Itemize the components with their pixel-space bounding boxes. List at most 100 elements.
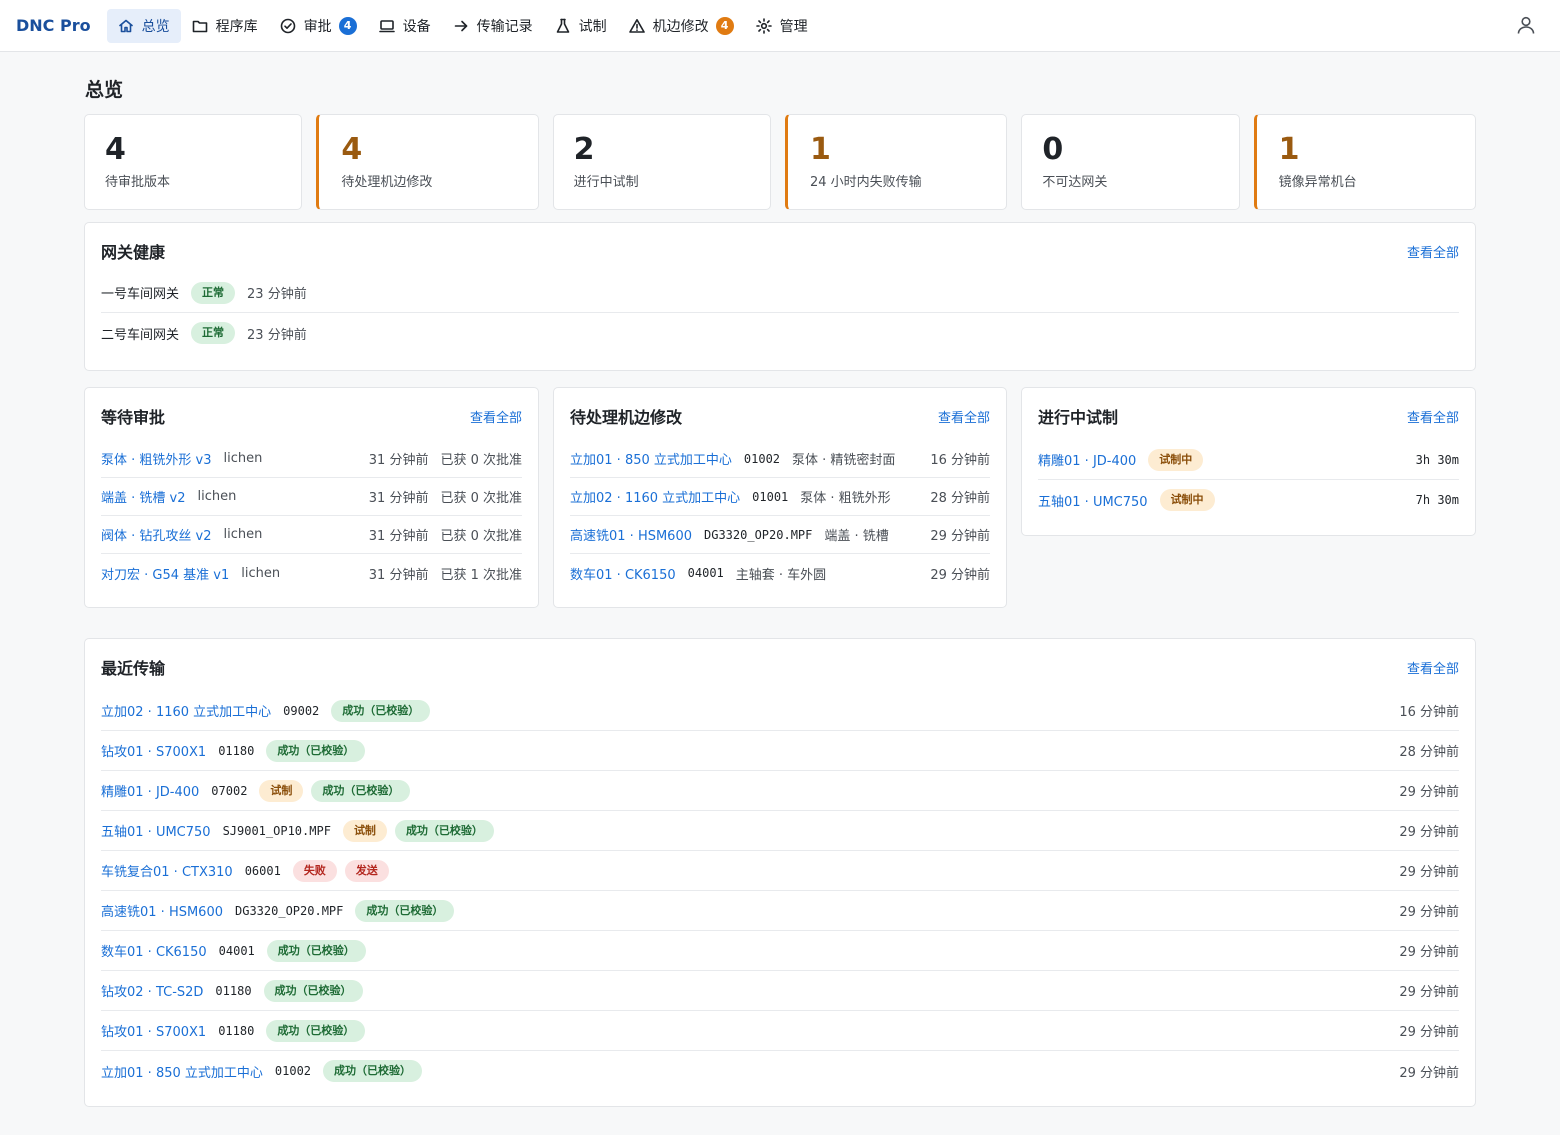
user-menu-button[interactable] <box>1516 15 1538 37</box>
nav-item-trials[interactable]: 试制 <box>544 9 618 43</box>
machine-link[interactable]: 数车01 · CK6150 <box>101 941 207 960</box>
stat-label: 待审批版本 <box>105 175 171 190</box>
program-code: 06001 <box>244 863 281 878</box>
stat-card-mirror-anomalies[interactable]: 1 镜像异常机台 <box>1253 114 1476 210</box>
nav-item-machine-edits[interactable]: 机边修改 4 <box>618 9 745 43</box>
transfer-row: 立加02 · 1160 立式加工中心 09002 成功（已校验） 16 分钟前 <box>101 691 1459 731</box>
machine-link[interactable]: 立加01 · 850 立式加工中心 <box>570 449 732 468</box>
program-link[interactable]: 对刀宏 · G54 基准 v1 <box>101 564 229 583</box>
edit-row: 数车01 · CK6150 04001 主轴套 · 车外圆 29 分钟前 <box>570 554 990 592</box>
page-title: 总览 <box>85 79 124 101</box>
transfer-status-badge: 试制 <box>259 779 304 802</box>
stat-card-failed-transfers[interactable]: 1 24 小时内失败传输 <box>784 114 1008 210</box>
view-all-link[interactable]: 查看全部 <box>1407 242 1459 261</box>
flask-icon <box>556 18 569 33</box>
monitor-icon <box>378 19 395 32</box>
warning-icon <box>628 18 645 33</box>
stat-card-unreachable-gateways[interactable]: 0 不可达网关 <box>1021 114 1240 210</box>
nav-item-admin[interactable]: 管理 <box>745 9 819 43</box>
nav-item-devices[interactable]: 设备 <box>368 9 442 43</box>
program-link[interactable]: 泵体 · 粗铣外形 v3 <box>101 449 212 468</box>
card-title: 网关健康 <box>101 243 166 262</box>
last-seen-time: 23 分钟前 <box>247 327 307 343</box>
program-code: 01180 <box>215 983 252 998</box>
machine-link[interactable]: 数车01 · CK6150 <box>570 564 676 583</box>
gateway-name: 二号车间网关 <box>101 327 180 343</box>
transfer-row: 钻攻01 · S700X1 01180 成功（已校验） 28 分钟前 <box>101 731 1459 771</box>
machine-link[interactable]: 立加02 · 1160 立式加工中心 <box>570 487 740 506</box>
machine-link[interactable]: 立加02 · 1160 立式加工中心 <box>101 701 271 720</box>
program-code: 09002 <box>283 703 320 718</box>
trial-row: 五轴01 · UMC750 试制中 7h 30m <box>1038 480 1459 520</box>
view-all-link[interactable]: 查看全部 <box>1407 407 1459 426</box>
machine-link[interactable]: 精雕01 · JD-400 <box>1038 450 1136 469</box>
machine-edits-count-badge: 4 <box>715 16 734 35</box>
transfer-time: 29 分钟前 <box>1399 865 1459 880</box>
program-code: 01002 <box>743 451 781 466</box>
program-code: 07002 <box>211 783 248 798</box>
machine-link[interactable]: 钻攻02 · TC-S2D <box>101 981 203 1000</box>
trial-status-badge: 试制中 <box>1159 489 1215 511</box>
stat-label: 24 小时内失败传输 <box>809 175 922 190</box>
transfer-list: 立加02 · 1160 立式加工中心 09002 成功（已校验） 16 分钟前 钻攻01… <box>85 691 1475 1091</box>
top-nav: DNC Pro 总览 程序库 审批 4 设备 传输记录 试制 机边修改 4 管理 <box>0 0 1560 52</box>
nav-label: 审批 <box>303 18 332 35</box>
program-code: DG3320_OP20.MPF <box>704 527 813 542</box>
transfer-row: 五轴01 · UMC750 SJ9001_OP10.MPF 试制 成功（已校验） 29 … <box>101 811 1459 851</box>
nav-item-transfers[interactable]: 传输记录 <box>442 9 544 43</box>
machine-link[interactable]: 立加01 · 850 立式加工中心 <box>101 1062 263 1081</box>
machine-link[interactable]: 高速铣01 · HSM600 <box>570 525 692 544</box>
program-code: DG3320_OP20.MPF <box>235 903 344 918</box>
machine-link[interactable]: 高速铣01 · HSM600 <box>101 901 223 920</box>
submitter: lichen <box>197 489 237 504</box>
transfer-status-badge: 成功（已校验） <box>266 1019 366 1042</box>
transfer-status-badge: 试制 <box>342 819 387 842</box>
view-all-link[interactable]: 查看全部 <box>470 407 522 426</box>
machine-link[interactable]: 钻攻01 · S700X1 <box>101 741 206 760</box>
transfer-time: 28 分钟前 <box>1399 745 1459 760</box>
edit-row: 立加01 · 850 立式加工中心 01002 泵体 · 精铣密封面 16 分钟… <box>570 440 990 478</box>
edit-time: 29 分钟前 <box>930 567 990 583</box>
transfer-row: 数车01 · CK6150 04001 成功（已校验） 29 分钟前 <box>101 931 1459 971</box>
program-link[interactable]: 阀体 · 钻孔攻丝 v2 <box>101 525 212 544</box>
transfer-status-badge: 发送 <box>344 859 389 882</box>
nav-item-approvals[interactable]: 审批 4 <box>269 9 368 43</box>
transfer-status-badge: 成功（已校验） <box>331 699 431 722</box>
trial-row: 精雕01 · JD-400 试制中 3h 30m <box>1038 440 1459 480</box>
machine-link[interactable]: 五轴01 · UMC750 <box>101 821 211 840</box>
edit-row: 高速铣01 · HSM600 DG3320_OP20.MPF 端盖 · 铣槽 2… <box>570 516 990 554</box>
machine-link[interactable]: 五轴01 · UMC750 <box>1038 491 1148 510</box>
program-desc: 主轴套 · 车外圆 <box>735 567 827 583</box>
transfer-status-badge: 成功（已校验） <box>323 1060 423 1082</box>
nav-item-overview[interactable]: 总览 <box>106 8 181 43</box>
approval-row: 阀体 · 钻孔攻丝 v2 lichen 31 分钟前 已获 0 次批准 <box>101 516 522 554</box>
nav-item-programs[interactable]: 程序库 <box>181 9 269 43</box>
approval-count: 已获 0 次批准 <box>440 491 522 506</box>
machine-link[interactable]: 精雕01 · JD-400 <box>101 781 199 800</box>
view-all-link[interactable]: 查看全部 <box>938 407 990 426</box>
stat-value: 1 <box>1278 132 1300 167</box>
trial-duration: 3h 30m <box>1415 452 1459 467</box>
nav-label: 设备 <box>402 18 431 35</box>
stat-card-pending-edits[interactable]: 4 待处理机边修改 <box>316 114 539 210</box>
transfer-time: 29 分钟前 <box>1399 825 1459 840</box>
gateway-health-card: 网关健康 查看全部 一号车间网关 正常 23 分钟前 二号车间网关 正常 23 … <box>84 222 1476 371</box>
transfer-time: 29 分钟前 <box>1399 1065 1459 1081</box>
card-title: 等待审批 <box>101 408 166 427</box>
program-link[interactable]: 端盖 · 铣槽 v2 <box>101 487 186 506</box>
approval-row: 端盖 · 铣槽 v2 lichen 31 分钟前 已获 0 次批准 <box>101 478 522 516</box>
card-title: 进行中试制 <box>1038 408 1119 427</box>
transfer-status-badge: 成功（已校验） <box>266 939 366 962</box>
pending-approvals-card: 等待审批 查看全部 泵体 · 粗铣外形 v3 lichen 31 分钟前 已获 … <box>84 387 539 608</box>
view-all-link[interactable]: 查看全部 <box>1407 658 1459 677</box>
nav-label: 传输记录 <box>476 18 533 35</box>
stat-card-active-trials[interactable]: 2 进行中试制 <box>552 114 771 210</box>
transfer-status-badge: 成功（已校验） <box>266 739 366 762</box>
brand-logo[interactable]: DNC Pro <box>16 16 91 35</box>
machine-link[interactable]: 钻攻01 · S700X1 <box>101 1021 206 1040</box>
transfer-row: 钻攻02 · TC-S2D 01180 成功（已校验） 29 分钟前 <box>101 971 1459 1011</box>
stat-value: 1 <box>809 132 831 167</box>
machine-link[interactable]: 车铣复合01 · CTX310 <box>101 861 233 880</box>
stat-card-pending-approvals[interactable]: 4 待审批版本 <box>84 114 303 210</box>
card-title: 待处理机边修改 <box>570 408 683 427</box>
